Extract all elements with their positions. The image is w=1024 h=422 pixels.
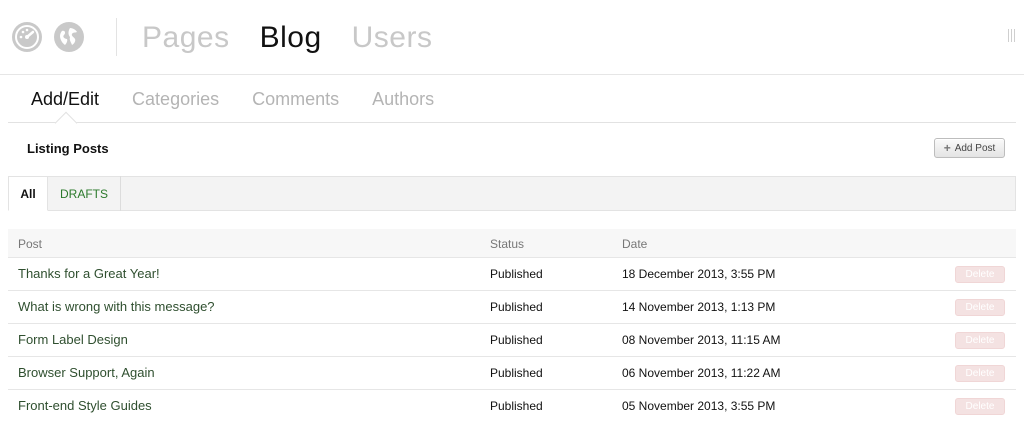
delete-button[interactable]: Delete [955,332,1005,349]
main-nav: Pages Blog Users [142,18,432,58]
nav-blog[interactable]: Blog [260,18,322,58]
add-post-button[interactable]: + Add Post [934,138,1005,158]
grip-icon[interactable] [1008,29,1016,42]
delete-button[interactable]: Delete [955,299,1005,316]
table-row: Form Label Design Published 08 November … [8,324,1016,357]
table-row: What is wrong with this message? Publish… [8,291,1016,324]
filter-drafts-tab[interactable]: DRAFTS [48,176,121,211]
header-date: Date [622,237,648,251]
tab-add-edit[interactable]: Add/Edit [31,88,99,110]
post-title-link[interactable]: Front-end Style Guides [18,398,152,413]
nav-users[interactable]: Users [352,18,433,58]
dashboard-icon[interactable] [12,22,42,52]
post-date: 08 November 2013, 11:15 AM [622,333,781,347]
post-status: Published [490,399,543,413]
add-post-label: Add Post [954,142,996,154]
posts-table: Post Status Date Thanks for a Great Year… [8,229,1016,422]
active-tab-caret [54,111,78,135]
sub-nav: Add/Edit Categories Comments Authors [8,76,1016,135]
top-bar: Pages Blog Users [0,0,1024,75]
post-date: 14 November 2013, 1:13 PM [622,300,776,314]
delete-button[interactable]: Delete [955,365,1005,382]
delete-button[interactable]: Delete [955,398,1005,415]
post-title-link[interactable]: Thanks for a Great Year! [18,266,160,281]
post-title-link[interactable]: Form Label Design [18,332,128,347]
post-status: Published [490,366,543,380]
globe-icon[interactable] [54,22,84,52]
delete-button[interactable]: Delete [955,266,1005,283]
tab-comments[interactable]: Comments [252,88,339,110]
post-status: Published [490,267,543,281]
listing-title: Listing Posts [27,141,109,156]
header-post: Post [18,237,43,251]
table-header: Post Status Date [8,229,1016,258]
post-title-link[interactable]: Browser Support, Again [18,365,155,380]
table-row: Front-end Style Guides Published 05 Nove… [8,390,1016,422]
post-date: 18 December 2013, 3:55 PM [622,267,776,281]
nav-pages[interactable]: Pages [142,18,230,58]
post-status: Published [490,300,543,314]
post-title-link[interactable]: What is wrong with this message? [18,299,215,314]
header-status: Status [490,237,525,251]
filter-bar: All DRAFTS [8,176,1016,211]
post-status: Published [490,333,543,347]
tab-authors[interactable]: Authors [372,88,434,110]
plus-icon: + [943,141,951,155]
table-row: Browser Support, Again Published 06 Nove… [8,357,1016,390]
tab-categories[interactable]: Categories [132,88,219,110]
post-date: 05 November 2013, 3:55 PM [622,399,776,413]
table-row: Thanks for a Great Year! Published 18 De… [8,258,1016,291]
top-divider [116,18,117,56]
filter-all-tab[interactable]: All [8,176,48,211]
post-date: 06 November 2013, 11:22 AM [622,366,781,380]
